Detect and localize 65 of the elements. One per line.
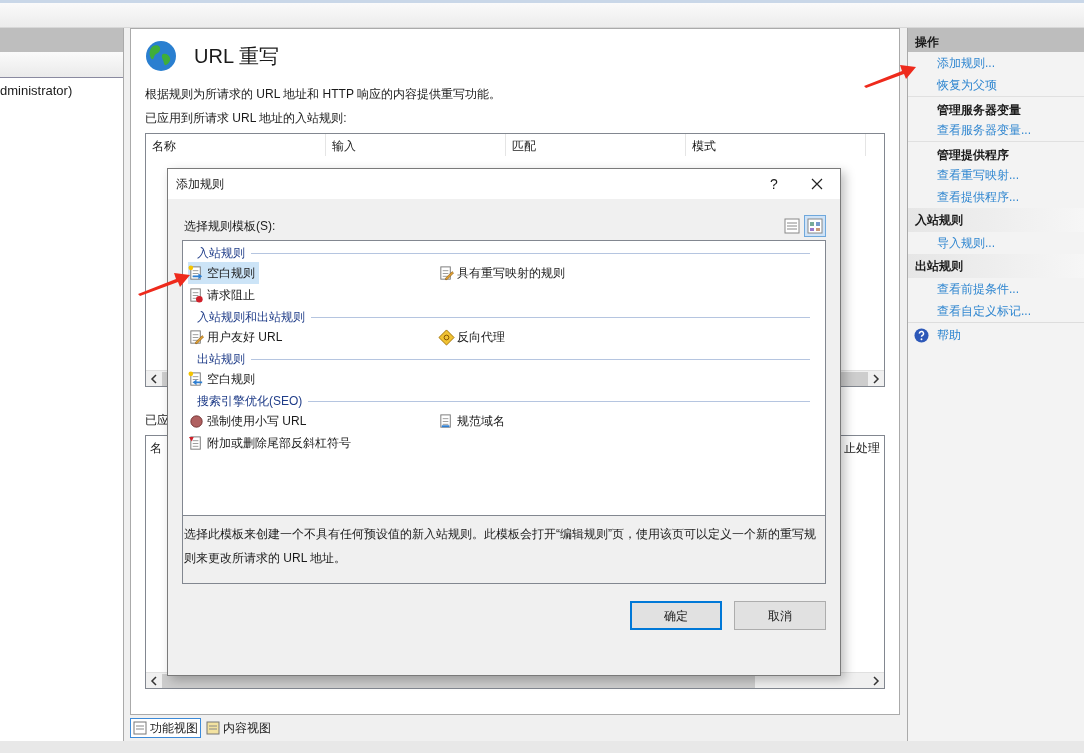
- template-item[interactable]: 用户友好 URL: [188, 326, 287, 348]
- annotation-arrow: [138, 270, 190, 296]
- template-icon: [188, 286, 205, 304]
- tree-item[interactable]: dministrator): [0, 81, 123, 101]
- help-icon: [914, 327, 929, 343]
- template-item[interactable]: 具有重写映射的规则: [438, 262, 569, 284]
- template-item[interactable]: 规范域名: [438, 410, 509, 432]
- column-header[interactable]: 模式: [686, 134, 866, 156]
- group-header: 入站规则和出站规则: [197, 309, 305, 326]
- inbound-rules-label: 已应用到所请求 URL 地址的入站规则:: [145, 110, 348, 127]
- template-icon: [188, 370, 205, 388]
- template-item[interactable]: 附加或删除尾部反斜杠符号: [188, 432, 355, 454]
- template-icon: [188, 328, 205, 346]
- scroll-right-icon[interactable]: [872, 373, 880, 384]
- template-icon: [438, 264, 455, 282]
- help-button[interactable]: ?: [754, 169, 794, 199]
- template-description: 选择此模板来创建一个不具有任何预设值的新入站规则。此模板会打开“编辑规则”页，使用该页可以定义一个新的重写规则来更改所请求的 URL 地址。: [182, 516, 826, 584]
- column-header[interactable]: 名称: [146, 134, 326, 156]
- view-tab[interactable]: 功能视图: [130, 718, 201, 738]
- help-link[interactable]: 帮助: [908, 322, 1084, 347]
- view-tab[interactable]: 内容视图: [203, 718, 274, 738]
- template-label: 选择规则模板(S):: [183, 218, 277, 235]
- action-link[interactable]: 恢复为父项: [937, 74, 997, 96]
- action-link[interactable]: 查看重写映射...: [937, 164, 1019, 186]
- list-view-icon: [784, 218, 800, 234]
- group-header: 出站规则: [197, 351, 245, 368]
- template-item[interactable]: 请求阻止: [188, 284, 259, 306]
- scroll-right-icon[interactable]: [872, 675, 880, 686]
- scroll-left-icon[interactable]: [150, 675, 158, 686]
- feature-description: 根据规则为所请求的 URL 地址和 HTTP 响应的内容提供重写功能。: [145, 86, 502, 103]
- dialog-button[interactable]: 确定: [630, 601, 722, 630]
- dialog-title: 添加规则: [176, 176, 225, 193]
- action-link[interactable]: 查看自定义标记...: [937, 300, 1031, 322]
- tiles-view-icon: [807, 218, 823, 234]
- action-link[interactable]: 导入规则...: [937, 232, 995, 254]
- page-icon: [133, 721, 147, 735]
- template-item[interactable]: 空白规则: [188, 368, 259, 390]
- annotation-arrow: [864, 62, 916, 88]
- page-title: URL 重写: [194, 46, 279, 66]
- group-header: 搜索引擎优化(SEO): [197, 393, 303, 410]
- outbound-rules-label: 已应: [145, 412, 169, 429]
- template-item[interactable]: 空白规则: [188, 262, 259, 284]
- column-header[interactable]: 名: [146, 436, 166, 458]
- column-header[interactable]: 匹配: [506, 134, 686, 156]
- action-link[interactable]: 查看服务器变量...: [937, 119, 1031, 141]
- template-icon: [188, 264, 205, 282]
- group-header: 入站规则: [197, 245, 245, 262]
- template-item[interactable]: 反向代理: [438, 326, 509, 348]
- view-mode-button[interactable]: [804, 215, 826, 237]
- globe-icon: [145, 40, 177, 72]
- action-link[interactable]: 查看提供程序...: [937, 186, 1019, 208]
- column-header[interactable]: 输入: [326, 134, 506, 156]
- dialog-button[interactable]: 取消: [734, 601, 826, 630]
- template-icon: [188, 412, 205, 430]
- template-item[interactable]: 强制使用小写 URL: [188, 410, 311, 432]
- template-icon: [438, 328, 455, 346]
- action-link[interactable]: 查看前提条件...: [937, 278, 1019, 300]
- page-icon: [206, 721, 220, 735]
- action-link[interactable]: 添加规则...: [937, 52, 995, 74]
- actions-header: 操作: [908, 28, 1084, 52]
- column-header[interactable]: 止处理: [840, 436, 884, 458]
- close-icon: [811, 178, 823, 190]
- action-group-heading: 管理提供程序: [908, 141, 1084, 164]
- scroll-left-icon[interactable]: [150, 373, 158, 384]
- action-group-heading: 管理服务器变量: [908, 96, 1084, 119]
